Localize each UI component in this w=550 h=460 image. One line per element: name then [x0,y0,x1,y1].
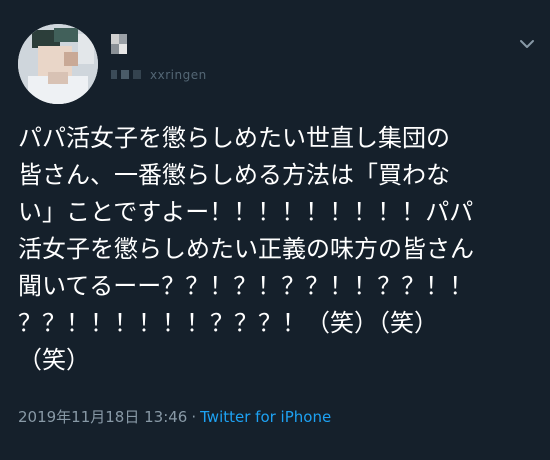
tweet-source-link[interactable]: Twitter for iPhone [200,408,331,426]
avatar[interactable] [18,24,98,104]
tweet-text-line: パパ活女子を懲らしめたい世直し集団の [18,124,450,152]
tweet-card[interactable]: xxringen パパ活女子を懲らしめたい世直し集団の 皆さん、一番懲らしめる方… [0,0,550,460]
tweet-text-line: ？？！！！！！！？？？！（笑）（笑） [18,309,438,337]
tweet-timestamp[interactable]: 2019年11月18日 13:46 [18,408,187,426]
tweet-text-line: い」ことですよー！！！！！！！！！パパ [18,198,474,226]
tweet-text-line: 聞いてるーー？？！？！？？！！？？！！ [18,272,474,300]
chevron-down-icon[interactable] [516,36,538,52]
tweet-text-line: （笑） [18,346,90,374]
tweet-meta: 2019年11月18日 13:46 · Twitter for iPhone [18,407,331,427]
meta-separator: · [191,408,197,426]
tweet-text: パパ活女子を懲らしめたい世直し集団の 皆さん、一番懲らしめる方法は「買わな い」… [18,120,538,379]
tweet-text-line: 活女子を懲らしめたい正義の味方の皆さん [18,235,474,263]
tweet-text-line: 皆さん、一番懲らしめる方法は「買わな [18,161,450,189]
username-fragment: xxringen [150,68,207,82]
display-name-blurred[interactable] [111,34,127,54]
